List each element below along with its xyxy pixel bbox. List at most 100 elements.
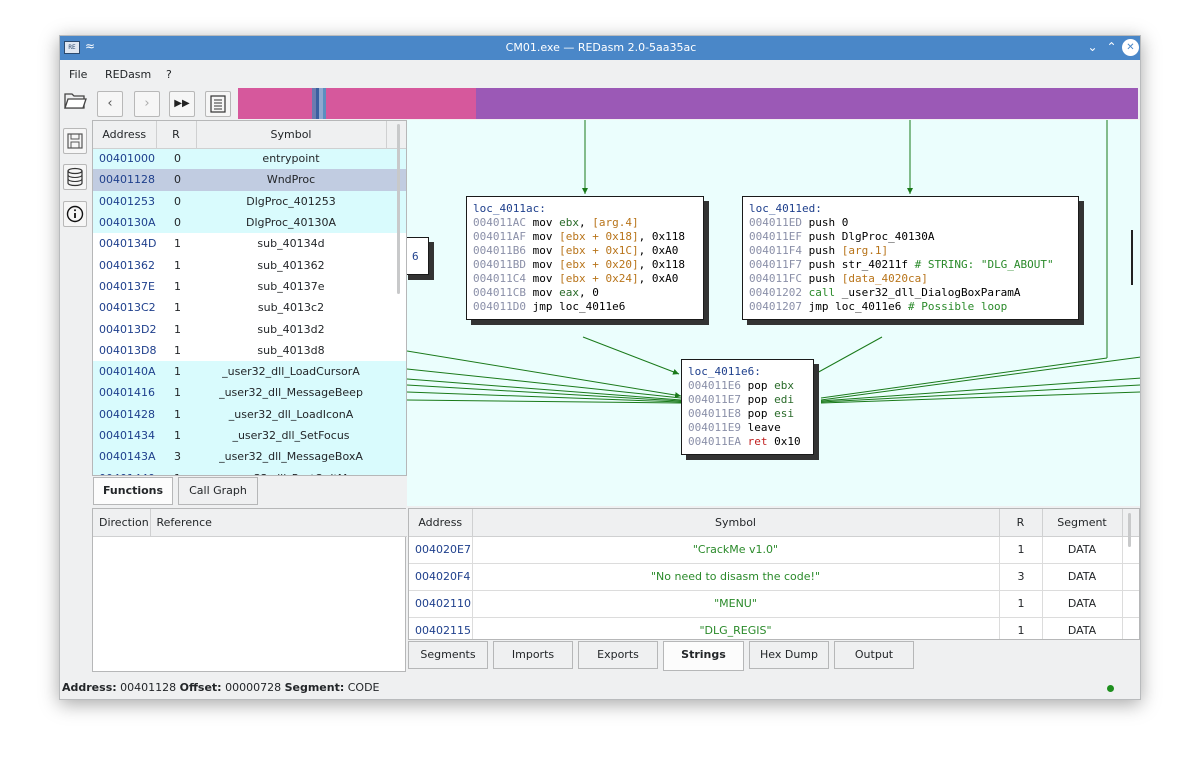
instruction-line[interactable]: 004011EA ret 0x10: [688, 435, 807, 449]
instruction-mnemonic: pop: [747, 407, 768, 420]
function-refs: 1: [174, 237, 181, 251]
instruction-operand: , 0x118: [638, 258, 685, 271]
close-button[interactable]: ✕: [1122, 39, 1139, 56]
function-row[interactable]: 00401416 1 _user32_dll_MessageBeep: [93, 382, 406, 404]
graph-block-loc_4011ed[interactable]: loc_4011ed: 004011ED push 0 004011EF push …: [742, 196, 1079, 320]
function-address: 0040143A: [99, 450, 156, 464]
tab-hex-dump[interactable]: Hex Dump: [749, 641, 829, 669]
instruction-mnemonic: push: [808, 272, 836, 285]
tab-exports[interactable]: Exports: [578, 641, 658, 669]
function-row[interactable]: 0040143A 3 _user32_dll_MessageBoxA: [93, 446, 406, 468]
string-row[interactable]: 00402115 "DLG_REGIS" 1 DATA: [409, 617, 1139, 639]
string-refs: 1: [999, 590, 1043, 618]
strings-header-symbol[interactable]: Symbol: [472, 509, 1000, 537]
instruction-line[interactable]: 004011EF push DlgProc_40130A: [749, 230, 1072, 244]
graph-block-loc_4011e6[interactable]: loc_4011e6: 004011E6 pop ebx 004011E7 pop …: [681, 359, 814, 455]
instruction-operand: [ebx + 0x24]: [559, 272, 639, 285]
strings-header-address[interactable]: Address: [409, 509, 473, 537]
menu-file[interactable]: File: [69, 68, 87, 81]
function-row[interactable]: 00401128 0 WndProc: [93, 169, 406, 191]
references-header-direction[interactable]: Direction: [93, 509, 151, 537]
function-row[interactable]: 004013D8 1 sub_4013d8: [93, 340, 406, 361]
strings-header-r[interactable]: R: [999, 509, 1043, 537]
string-row[interactable]: 004020E7 "CrackMe v1.0" 1 DATA: [409, 536, 1139, 564]
function-row[interactable]: 0040130A 0 DlgProc_40130A: [93, 211, 406, 234]
block-label[interactable]: loc_4011ac:: [473, 202, 697, 216]
instruction-line[interactable]: 004011F7 push str_40211f # STRING: "DLG_…: [749, 258, 1072, 272]
instruction-operand: DlgProc_40130A: [841, 230, 935, 243]
menu-redasm[interactable]: REDasm: [105, 68, 151, 81]
instruction-line[interactable]: 004011BD mov [ebx + 0x20], 0x118: [473, 258, 697, 272]
strings-header-segment[interactable]: Segment: [1042, 509, 1123, 537]
function-row[interactable]: 004013C2 1 sub_4013c2: [93, 297, 406, 318]
block-label[interactable]: loc_4011e6:: [688, 365, 807, 379]
function-address: 0040130A: [99, 216, 156, 230]
instruction-mnemonic: mov: [532, 244, 553, 257]
string-refs: 1: [999, 536, 1043, 564]
functions-header-address[interactable]: Address: [93, 121, 157, 149]
functions-scrollbar[interactable]: [397, 124, 400, 294]
instruction-operand: # Possible loop: [907, 300, 1008, 313]
instruction-line[interactable]: 004011E8 pop esi: [688, 407, 807, 421]
instruction-line[interactable]: 004011F4 push [arg.1]: [749, 244, 1072, 258]
back-button[interactable]: ‹: [97, 91, 123, 117]
instruction-line[interactable]: 004011D0 jmp loc_4011e6: [473, 300, 697, 314]
function-row[interactable]: 00401253 0 DlgProc_401253: [93, 190, 406, 212]
strings-scrollbar[interactable]: [1128, 513, 1131, 547]
function-row[interactable]: 00401434 1 _user32_dll_SetFocus: [93, 424, 406, 447]
instruction-line[interactable]: 004011E9 leave: [688, 421, 807, 435]
function-row[interactable]: 00401428 1 _user32_dll_LoadIconA: [93, 403, 406, 425]
menu-help[interactable]: ?: [166, 68, 172, 81]
database-icon[interactable]: [63, 164, 87, 190]
functions-header-r[interactable]: R: [156, 121, 197, 149]
block-label[interactable]: loc_4011ed:: [749, 202, 1072, 216]
open-folder-icon[interactable]: [62, 89, 88, 115]
tab-output[interactable]: Output: [834, 641, 914, 669]
instruction-line[interactable]: 00401207 jmp loc_4011e6 # Possible loop: [749, 300, 1072, 314]
instruction-line[interactable]: 004011AF mov [ebx + 0x18], 0x118: [473, 230, 697, 244]
instruction-line[interactable]: 00401202 call _user32_dll_DialogBoxParam…: [749, 286, 1072, 300]
instruction-line[interactable]: 004011AC mov ebx, [arg.4]: [473, 216, 697, 230]
instruction-mnemonic: push: [808, 216, 836, 229]
forward-button[interactable]: ›: [134, 91, 160, 117]
instruction-line[interactable]: 004011B6 mov [ebx + 0x1C], 0xA0: [473, 244, 697, 258]
instruction-line[interactable]: 004011E6 pop ebx: [688, 379, 807, 393]
tab-strings[interactable]: Strings: [663, 641, 744, 671]
graph-view[interactable]: 6 loc_4011ac: 004011AC mov ebx, [arg.4] 00…: [407, 120, 1140, 506]
tab-call-graph[interactable]: Call Graph: [178, 477, 258, 505]
function-row[interactable]: 004013D2 1 sub_4013d2: [93, 318, 406, 339]
function-address: 0040137E: [99, 279, 155, 293]
minimize-button[interactable]: ⌄: [1084, 39, 1101, 56]
graph-block-partial[interactable]: 6: [407, 237, 429, 275]
instruction-line[interactable]: 004011CB mov eax, 0: [473, 286, 697, 300]
function-refs: 1: [174, 301, 181, 315]
function-row[interactable]: 00401362 1 sub_401362: [93, 254, 406, 275]
instruction-mnemonic: mov: [532, 258, 553, 271]
instruction-line[interactable]: 004011FC push [data_4020ca]: [749, 272, 1072, 286]
string-row[interactable]: 00402110 "MENU" 1 DATA: [409, 590, 1139, 618]
segment-overview-bar[interactable]: [238, 88, 1138, 119]
save-icon[interactable]: [63, 128, 87, 154]
tab-imports[interactable]: Imports: [493, 641, 573, 669]
references-header-reference[interactable]: Reference: [150, 509, 407, 537]
instruction-mnemonic: jmp: [532, 300, 553, 313]
status-bar: Address: 00401128 Offset: 00000728 Segme…: [60, 676, 1140, 698]
function-row-pad: [386, 425, 406, 446]
function-row[interactable]: 0040134D 1 sub_40134d: [93, 233, 406, 254]
function-row[interactable]: 004014401_user32_dll_PostQuitM...: [93, 467, 406, 475]
instruction-line[interactable]: 004011C4 mov [ebx + 0x24], 0xA0: [473, 272, 697, 286]
string-row[interactable]: 004020F4 "No need to disasm the code!" 3 DA…: [409, 563, 1139, 591]
listing-button[interactable]: [205, 91, 231, 117]
tab-functions[interactable]: Functions: [93, 477, 173, 505]
goto-button[interactable]: ▶▶: [169, 91, 195, 117]
tab-segments[interactable]: Segments: [408, 641, 488, 669]
instruction-line[interactable]: 004011ED push 0: [749, 216, 1072, 230]
function-row[interactable]: 0040137E 1 sub_40137e: [93, 276, 406, 297]
info-icon[interactable]: [63, 201, 87, 227]
functions-header-symbol[interactable]: Symbol: [196, 121, 387, 149]
function-row[interactable]: 0040140A 1 _user32_dll_LoadCursorA: [93, 360, 406, 383]
function-row[interactable]: 00401000 0 entrypoint: [93, 148, 406, 170]
maximize-button[interactable]: ⌃: [1103, 39, 1120, 56]
graph-block-loc_4011ac[interactable]: loc_4011ac: 004011AC mov ebx, [arg.4] 0040…: [466, 196, 704, 320]
instruction-line[interactable]: 004011E7 pop edi: [688, 393, 807, 407]
